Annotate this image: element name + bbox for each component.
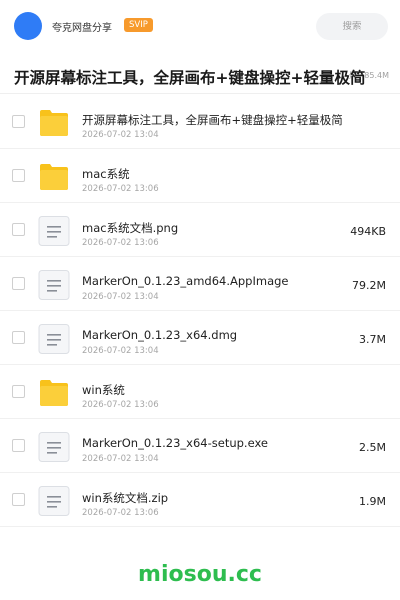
file-name[interactable]: MarkerOn_0.1.23_x64-setup.exe [82,436,268,450]
search-input[interactable] [322,21,382,32]
select-checkbox[interactable] [12,331,25,344]
footer: miosou.cc [0,548,400,600]
folder-title: 开源屏幕标注工具，全屏画布+键盘操控+轻量极简 [14,69,366,87]
share-page: 夸克网盘分享 SVIP 景 · 85.4M 开源屏幕标注工具，全屏画布+键盘操控… [0,0,400,600]
document-icon [38,216,70,246]
document-icon [38,486,70,516]
select-checkbox[interactable] [12,277,25,290]
file-name[interactable]: win系统 [82,382,125,398]
search-box[interactable] [316,13,388,40]
user-avatar[interactable] [14,12,42,40]
file-date: 2026-07-02 13:06 [82,508,159,518]
folder-icon [38,108,70,138]
file-row[interactable]: MarkerOn_0.1.23_x64-setup.exe 2026-07-02 … [0,419,400,473]
watermark-logo: miosou.cc [138,562,262,587]
file-date: 2026-07-02 13:06 [82,238,159,248]
document-icon [38,432,70,462]
file-row[interactable]: MarkerOn_0.1.23_x64.dmg 2026-07-02 13:04 3… [0,311,400,365]
file-date: 2026-07-02 13:04 [82,130,159,140]
file-list: 开源屏幕标注工具，全屏画布+键盘操控+轻量极简 2026-07-02 13:04 m… [0,95,400,527]
select-checkbox[interactable] [12,169,25,182]
select-checkbox[interactable] [12,223,25,236]
file-name[interactable]: MarkerOn_0.1.23_amd64.AppImage [82,274,289,288]
file-row[interactable]: 开源屏幕标注工具，全屏画布+键盘操控+轻量极简 2026-07-02 13:04 [0,95,400,149]
file-date: 2026-07-02 13:04 [82,292,159,302]
select-checkbox[interactable] [12,439,25,452]
folder-icon [38,378,70,408]
svip-badge: SVIP [124,18,153,32]
file-row[interactable]: win系统 2026-07-02 13:06 [0,365,400,419]
file-size: 2.5M [359,441,386,454]
select-checkbox[interactable] [12,385,25,398]
file-row[interactable]: MarkerOn_0.1.23_amd64.AppImage 2026-07-02… [0,257,400,311]
file-name[interactable]: win系统文档.zip [82,490,168,506]
file-size: 79.2M [352,279,386,292]
file-date: 2026-07-02 13:06 [82,184,159,194]
file-date: 2026-07-02 13:04 [82,346,159,356]
file-size: 1.9M [359,495,386,508]
file-name[interactable]: mac系统 [82,166,130,182]
document-icon [38,270,70,300]
file-name[interactable]: 开源屏幕标注工具，全屏画布+键盘操控+轻量极简 [82,112,343,128]
file-size: 3.7M [359,333,386,346]
file-size: 494KB [350,225,386,238]
file-name[interactable]: mac系统文档.png [82,220,178,236]
folder-icon [38,162,70,192]
file-row[interactable]: mac系统文档.png 2026-07-02 13:06 494KB [0,203,400,257]
file-name[interactable]: MarkerOn_0.1.23_x64.dmg [82,328,237,342]
select-checkbox[interactable] [12,115,25,128]
folder-title-row: 景 · 85.4M 开源屏幕标注工具，全屏画布+键盘操控+轻量极简 [0,60,400,94]
file-date: 2026-07-02 13:04 [82,454,159,464]
top-bar: 夸克网盘分享 SVIP [0,0,400,52]
brand-name: 夸克网盘分享 [52,23,112,34]
file-row[interactable]: mac系统 2026-07-02 13:06 [0,149,400,203]
file-row[interactable]: win系统文档.zip 2026-07-02 13:06 1.9M [0,473,400,527]
file-date: 2026-07-02 13:06 [82,400,159,410]
document-icon [38,324,70,354]
select-checkbox[interactable] [12,493,25,506]
